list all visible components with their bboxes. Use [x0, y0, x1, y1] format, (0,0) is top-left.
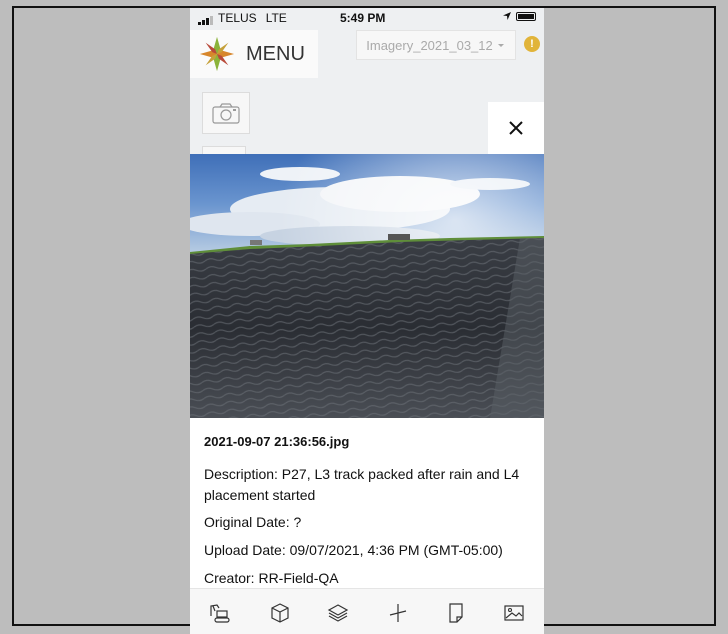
photo-info-panel: 2021-09-07 21:36:56.jpg Description: P27…: [190, 418, 544, 588]
menu-button[interactable]: MENU: [190, 30, 318, 78]
app-logo-icon: [199, 36, 235, 72]
phone-screen: TELUS LTE 5:49 PM MENU Imagery_2021_03_1…: [190, 8, 544, 634]
network-type: LTE: [265, 11, 287, 25]
caret-down-icon: [497, 44, 504, 47]
photo-original-date: Original Date: ?: [204, 514, 302, 530]
alert-badge[interactable]: !: [524, 36, 540, 52]
carrier-info: TELUS LTE: [198, 11, 287, 25]
image-icon[interactable]: [502, 601, 526, 625]
close-icon: [509, 121, 523, 135]
photo-filename: 2021-09-07 21:36:56.jpg: [204, 434, 350, 449]
cube-icon[interactable]: [268, 601, 292, 625]
bottom-toolbar: [190, 588, 544, 634]
photo-description: Description: P27, L3 track packed after …: [204, 466, 520, 503]
clock: 5:49 PM: [340, 11, 386, 25]
location-arrow-icon: [503, 12, 511, 20]
status-right: [502, 11, 536, 21]
camera-icon: [212, 103, 240, 124]
imagery-select[interactable]: Imagery_2021_03_12: [356, 30, 516, 60]
measure-icon[interactable]: [386, 601, 410, 625]
menu-label: MENU: [246, 42, 305, 65]
photo-creator: Creator: RR-Field-QA: [204, 570, 339, 586]
signal-icon: [198, 16, 213, 25]
carrier-name: TELUS: [218, 11, 257, 25]
excavator-icon[interactable]: [208, 601, 232, 625]
battery-icon: [516, 11, 536, 21]
alert-symbol: !: [530, 38, 534, 50]
camera-button[interactable]: [202, 92, 250, 134]
imagery-selected-value: Imagery_2021_03_12: [366, 37, 493, 53]
close-button[interactable]: [488, 102, 544, 154]
photo-upload-date: Upload Date: 09/07/2021, 4:36 PM (GMT-05…: [204, 542, 503, 558]
layers-icon[interactable]: [326, 601, 350, 625]
field-photo: [190, 154, 544, 418]
status-bar: TELUS LTE 5:49 PM: [190, 8, 544, 28]
page-icon[interactable]: [444, 601, 468, 625]
